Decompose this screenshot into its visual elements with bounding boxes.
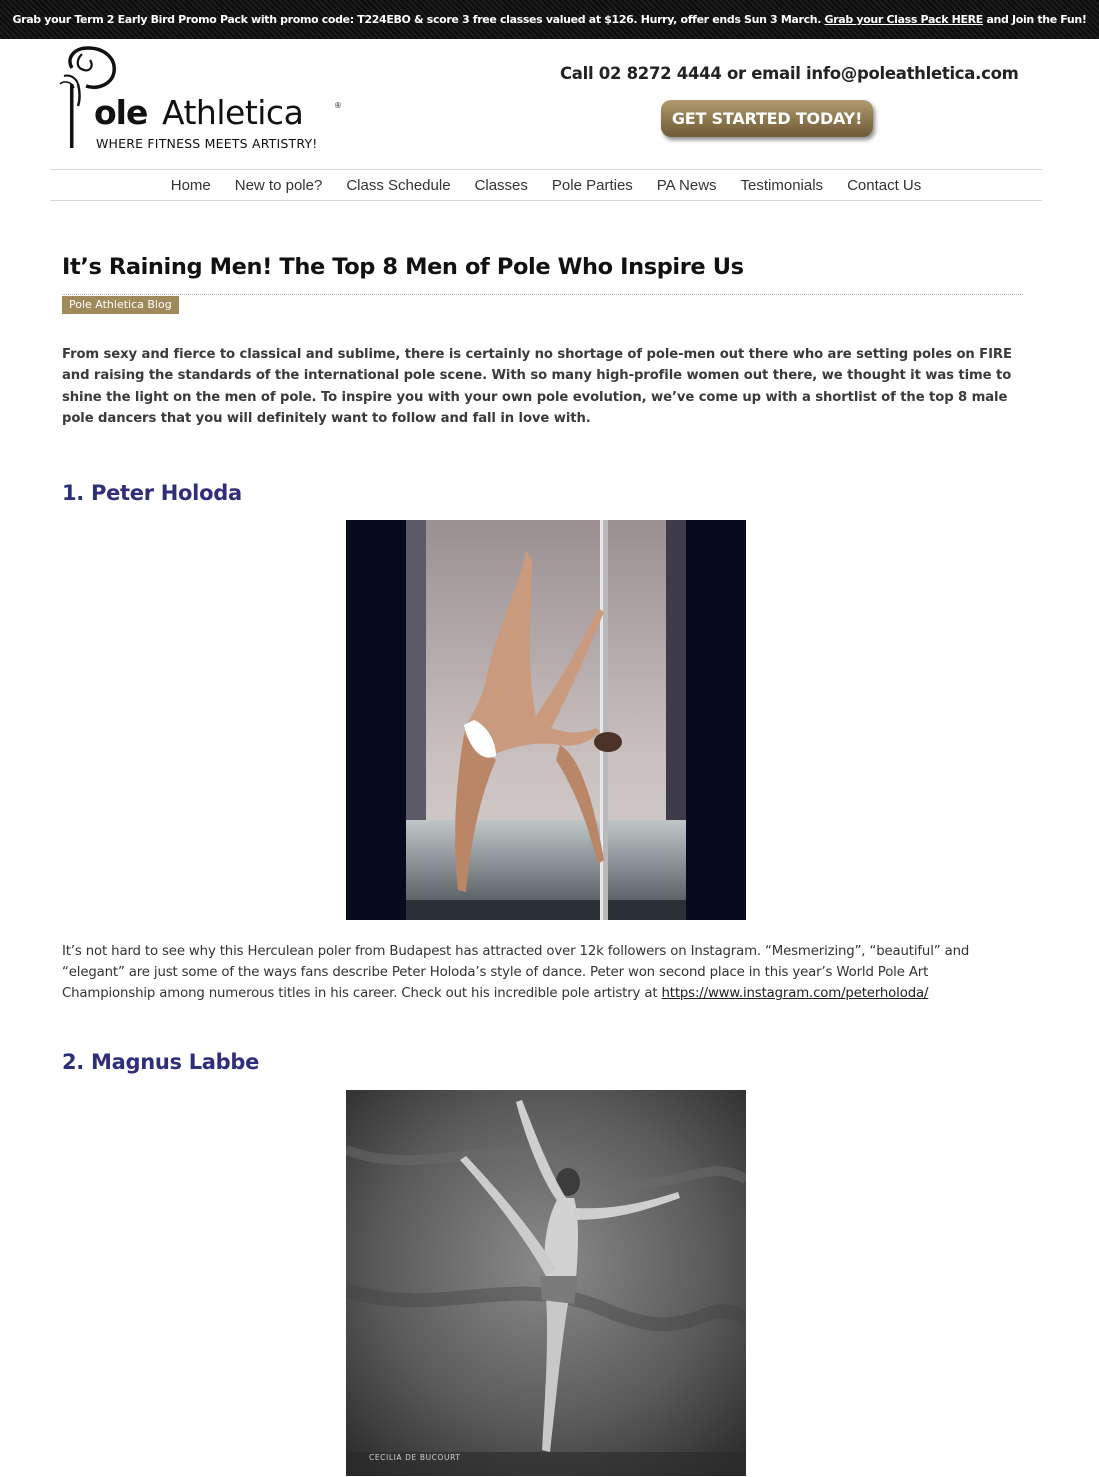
nav-item-contact-us[interactable]: Contact Us	[835, 177, 933, 194]
nav-item-class-schedule[interactable]: Class Schedule	[334, 177, 462, 194]
section-heading-1: 1. Peter Holoda	[62, 480, 242, 505]
nav-item-pole-parties[interactable]: Pole Parties	[540, 177, 645, 194]
promo-text-after: and Join the Fun!	[986, 13, 1087, 26]
logo-tagline: WHERE FITNESS MEETS ARTISTRY!	[96, 136, 318, 151]
post-content: It’s Raining Men! The Top 8 Men of Pole …	[62, 250, 1024, 1477]
section-heading-2: 2. Magnus Labbe	[62, 1050, 260, 1075]
logo-word-ole: ole	[94, 93, 148, 132]
nav-item-home[interactable]: Home	[159, 177, 223, 194]
title-divider	[62, 294, 1023, 295]
site-header: ole Athletica ® WHERE FITNESS MEETS ARTI…	[0, 39, 1099, 169]
main-nav: Home New to pole? Class Schedule Classes…	[50, 169, 1042, 201]
peter-holoda-photo	[346, 519, 746, 920]
promo-banner: Grab your Term 2 Early Bird Promo Pack w…	[0, 0, 1099, 39]
nav-item-new-to-pole[interactable]: New to pole?	[223, 177, 335, 194]
photo-credit: CECILIA DE BUCOURT	[369, 1453, 461, 1462]
section-body-1: It’s not hard to see why this Herculean …	[62, 941, 1022, 1005]
site-logo[interactable]: ole Athletica ® WHERE FITNESS MEETS ARTI…	[54, 44, 354, 154]
promo-link[interactable]: Grab your Class Pack HERE	[825, 13, 984, 26]
magnus-labbe-photo: CECILIA DE BUCOURT	[346, 1090, 746, 1477]
instagram-link[interactable]: https://www.instagram.com/peterholoda/	[661, 986, 928, 1001]
nav-item-classes[interactable]: Classes	[463, 177, 540, 194]
get-started-button[interactable]: GET STARTED TODAY!	[661, 100, 873, 137]
logo-registered-mark: ®	[335, 101, 341, 110]
post-title: It’s Raining Men! The Top 8 Men of Pole …	[62, 254, 744, 280]
nav-item-pa-news[interactable]: PA News	[645, 177, 729, 194]
logo-word-athletica: Athletica	[162, 93, 304, 132]
nav-item-testimonials[interactable]: Testimonials	[729, 177, 836, 194]
category-tag[interactable]: Pole Athletica Blog	[62, 296, 179, 314]
promo-text: Grab your Term 2 Early Bird Promo Pack w…	[12, 13, 822, 26]
intro-paragraph: From sexy and fierce to classical and su…	[62, 347, 1012, 427]
contact-info: Call 02 8272 4444 or email info@poleathl…	[560, 64, 1019, 83]
